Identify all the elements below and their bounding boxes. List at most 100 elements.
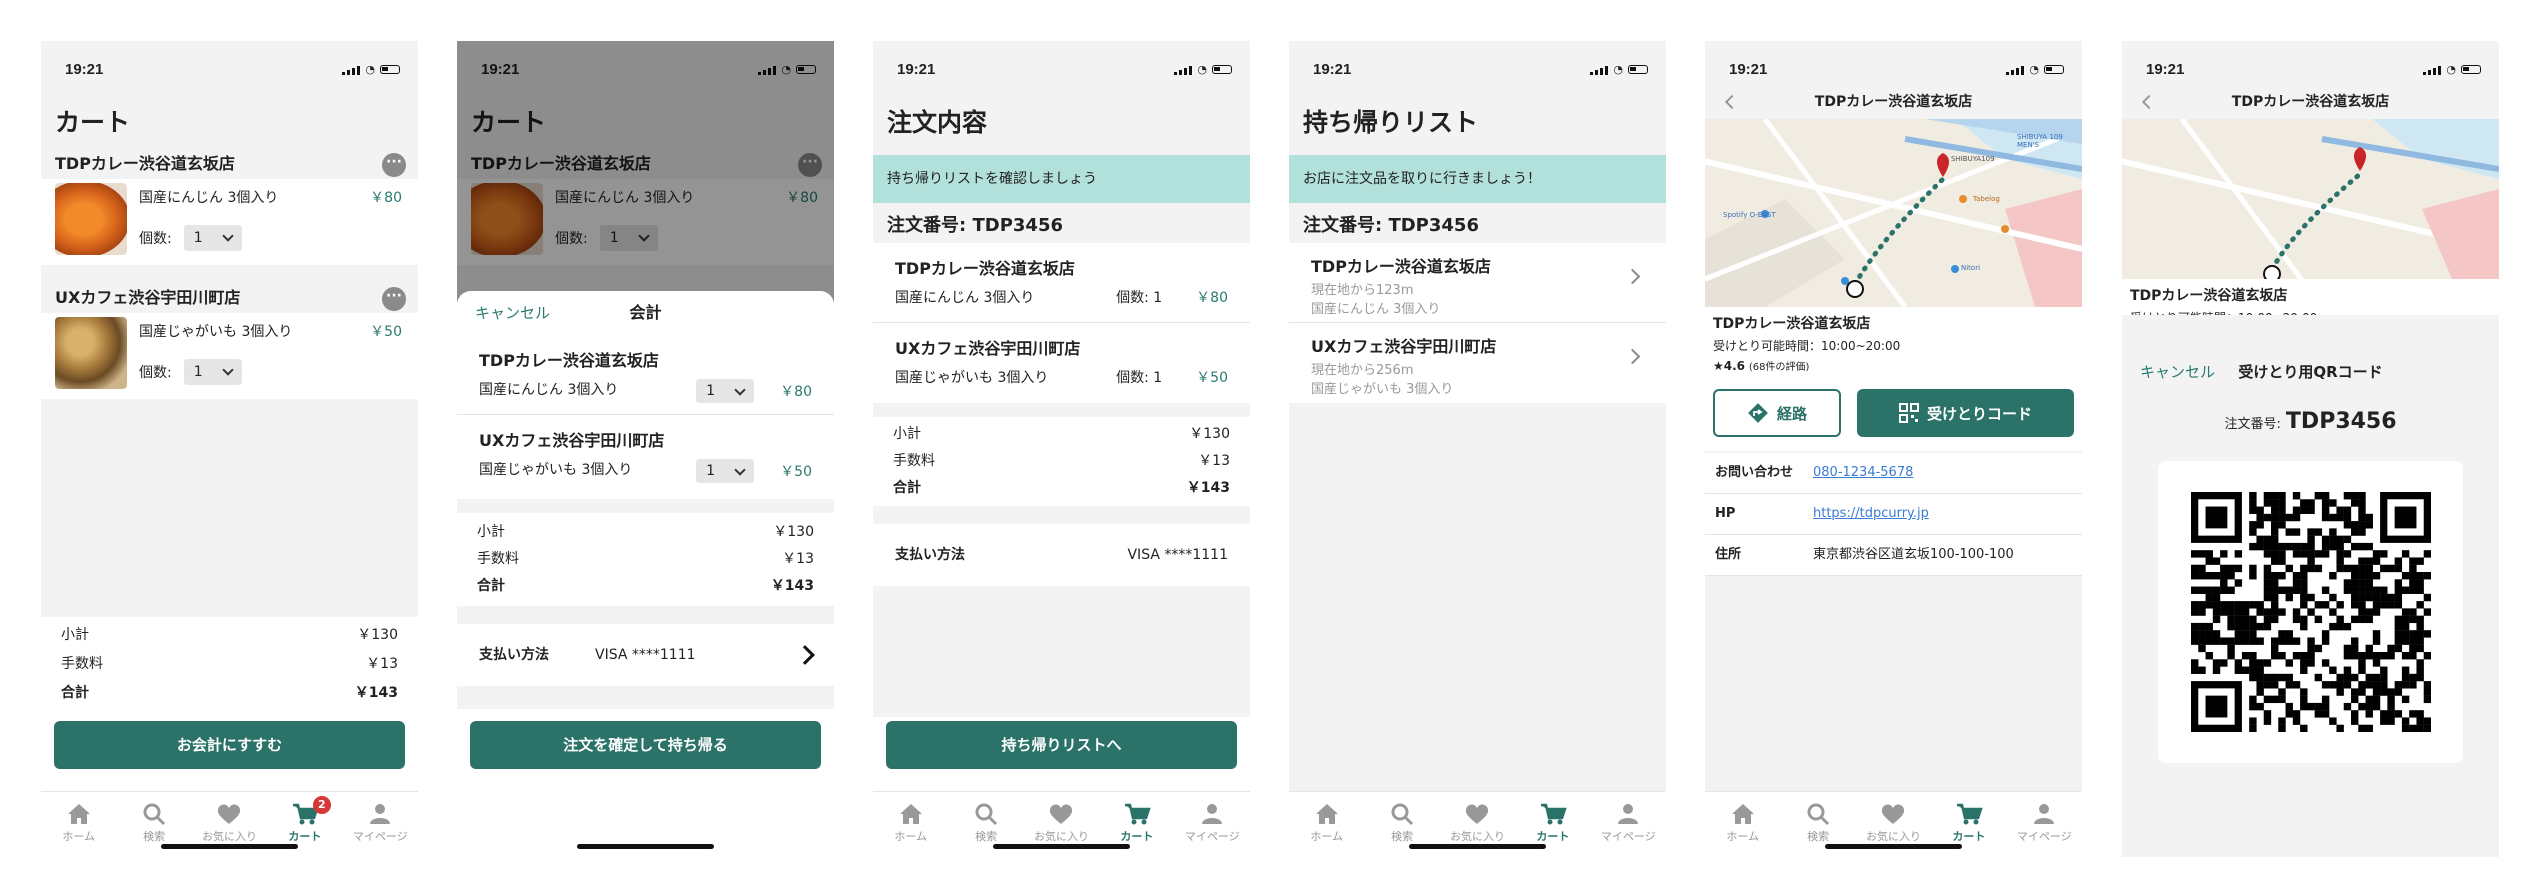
website-link[interactable]: https://tdpcurry.jp (1813, 494, 1929, 534)
qr-card (2158, 461, 2463, 763)
hp-row: HP https://tdpcurry.jp (1705, 494, 2082, 535)
pickup-code-button[interactable]: 受けとりコード (1857, 389, 2074, 437)
user-icon (1598, 800, 1658, 828)
store-details: お問い合わせ 080-1234-5678 HP https://tdpcurry.j… (1705, 453, 2082, 576)
store-name: UXカフェ渋谷宇田川町店 (479, 431, 665, 450)
tab-label: マイページ (1600, 830, 1656, 843)
takeout-list-button[interactable]: 持ち帰りリストへ (886, 721, 1237, 769)
map-view[interactable]: SHIBUYA109 Spotify O-EAST Tabelog Nitori… (1705, 119, 2082, 307)
store-header: UXカフェ渋谷宇田川町店 ··· (41, 283, 418, 313)
tab-home[interactable]: ホーム (49, 800, 109, 857)
payment-label: 支払い方法 (895, 547, 965, 563)
item-line: 国産じゃがいも 3個入り 個数: 1 ￥50 (895, 367, 1228, 387)
user-icon (2014, 800, 2074, 828)
pickup-hours: 受けとり可能時間：10:00~20:00 (1713, 339, 1901, 353)
total-value: ￥143 (354, 685, 398, 701)
order-number: 注文番号: TDP3456 (873, 203, 1250, 243)
nav-header: TDPカレー渋谷道玄坂店 (2122, 85, 2499, 119)
takeout-store-row[interactable]: UXカフェ渋谷宇田川町店 現在地から256m 国産じゃがいも 3個入り (1289, 323, 1666, 403)
info-banner: 持ち帰りリストを確認しましょう (873, 155, 1250, 203)
tab-home[interactable]: ホーム (1297, 800, 1357, 857)
total-label: 合計 (477, 578, 505, 594)
battery-icon (1628, 65, 1648, 74)
cancel-button[interactable]: キャンセル (475, 291, 550, 335)
hp-label: HP (1715, 506, 1736, 521)
summary: 小計 ￥130 手数料 ￥13 合計 ￥143 (873, 417, 1250, 506)
order-number-label: 注文番号: (2224, 417, 2281, 432)
page-title: 持ち帰りリスト (1303, 108, 1479, 137)
nav-header: TDPカレー渋谷道玄坂店 (1705, 85, 2082, 119)
info-banner: お店に注文品を取りに行きましょう！ (1289, 155, 1666, 203)
tab-label: マイページ (352, 830, 408, 843)
store-name: UXカフェ渋谷宇田川町店 (895, 339, 1081, 358)
quantity-select[interactable]: 1 (183, 225, 242, 251)
fee-label: 手数料 (61, 656, 103, 672)
payment-row[interactable]: 支払い方法 VISA ****1111 (457, 624, 834, 686)
heart-icon (1447, 800, 1507, 828)
store-name: TDPカレー渋谷道玄坂店 (1713, 316, 1871, 332)
store-name: TDPカレー渋谷道玄坂店 (2130, 288, 2288, 304)
wifi-icon: ◔ (1197, 63, 1207, 76)
order-number-value: TDP3456 (2285, 409, 2397, 434)
fee-label: 手数料 (893, 453, 935, 469)
cart-screen: 19:21 ◔ カート TDPカレー渋谷道玄坂店 ··· 国産にんじん 3個入り … (41, 41, 418, 857)
payment-label: 支払い方法 (479, 647, 549, 663)
order-number-value: TDP3456 (972, 215, 1063, 236)
store-name: UXカフェ渋谷宇田川町店 (55, 288, 241, 307)
pickup-code-label: 受けとりコード (1926, 404, 2032, 423)
status-time: 19:21 (2146, 61, 2185, 78)
sheet-header: キャンセル 受けとり用QRコード (2122, 361, 2499, 395)
cart-badge: 2 (312, 796, 331, 814)
takeout-store-row[interactable]: TDPカレー渋谷道玄坂店 現在地から123m 国産にんじん 3個入り (1289, 243, 1666, 323)
search-icon (124, 800, 184, 828)
checkout-screen: 19:21 ◔ カート TDPカレー渋谷道玄坂店 ··· 国産にんじん 3個入り … (457, 41, 834, 857)
status-bar: 19:21 ◔ (2122, 41, 2499, 85)
heart-icon (199, 800, 259, 828)
more-icon[interactable]: ··· (382, 287, 406, 311)
tab-label: カート (288, 830, 322, 843)
item-name: 国産にんじん 3個入り (479, 382, 619, 398)
checkout-button[interactable]: お会計にすすむ (54, 721, 405, 769)
route-button[interactable]: 経路 (1713, 389, 1841, 437)
tab-label: お気に入り (201, 830, 257, 843)
page-title: 注文内容 (887, 108, 988, 137)
tab-mypage[interactable]: マイページ (1182, 800, 1242, 857)
item-price: ￥80 (780, 384, 812, 400)
tab-mypage[interactable]: マイページ (1598, 800, 1658, 857)
phone-link[interactable]: 080-1234-5678 (1813, 453, 1913, 493)
item-price: ￥50 (780, 464, 812, 480)
tab-mypage[interactable]: マイページ (2014, 800, 2074, 857)
contact-label: お問い合わせ (1715, 465, 1794, 480)
tab-home[interactable]: ホーム (881, 800, 941, 857)
map-graphic (2122, 119, 2499, 279)
tab-home[interactable]: ホーム (1713, 800, 1773, 857)
order-number: 注文番号: TDP3456 (1303, 215, 1479, 236)
qr-code (2191, 492, 2431, 732)
status-time: 19:21 (1313, 61, 1352, 78)
quantity-row: 個数: 1 (139, 359, 242, 385)
store-name: TDPカレー渋谷道玄坂店 (55, 154, 235, 173)
tab-label: ホーム (894, 830, 928, 843)
contact-row: お問い合わせ 080-1234-5678 (1705, 453, 2082, 494)
confirm-order-button[interactable]: 注文を確定して持ち帰る (470, 721, 821, 769)
map-view (2122, 119, 2499, 279)
heart-icon (1031, 800, 1091, 828)
home-icon (881, 800, 941, 828)
tab-mypage[interactable]: マイページ (350, 800, 410, 857)
sheet-title: 受けとり用QRコード (2238, 363, 2383, 381)
quantity-select[interactable]: 1 (696, 379, 755, 403)
quantity-select[interactable]: 1 (183, 359, 242, 385)
qr-order-number: 注文番号: TDP3456 (2122, 409, 2499, 434)
heart-icon (1863, 800, 1923, 828)
cancel-button[interactable]: キャンセル (2140, 361, 2215, 383)
back-icon[interactable] (2141, 94, 2157, 110)
home-indicator (1825, 844, 1962, 849)
quantity-select[interactable]: 1 (696, 459, 755, 483)
summary: 小計 ￥130 手数料 ￥13 合計 ￥143 (41, 617, 418, 721)
more-icon[interactable]: ··· (382, 153, 406, 177)
back-icon[interactable] (1724, 94, 1740, 110)
store-info: TDPカレー渋谷道玄坂店 受けとり可能時間：10:00~20:00 ★4.6 (… (1705, 307, 2082, 379)
subtotal-value: ￥130 (357, 627, 398, 643)
order-items: TDPカレー渋谷道玄坂店 国産にんじん 3個入り 個数: 1 ￥80 UXカフェ渋谷… (873, 243, 1250, 403)
signal-icon (1590, 65, 1609, 75)
